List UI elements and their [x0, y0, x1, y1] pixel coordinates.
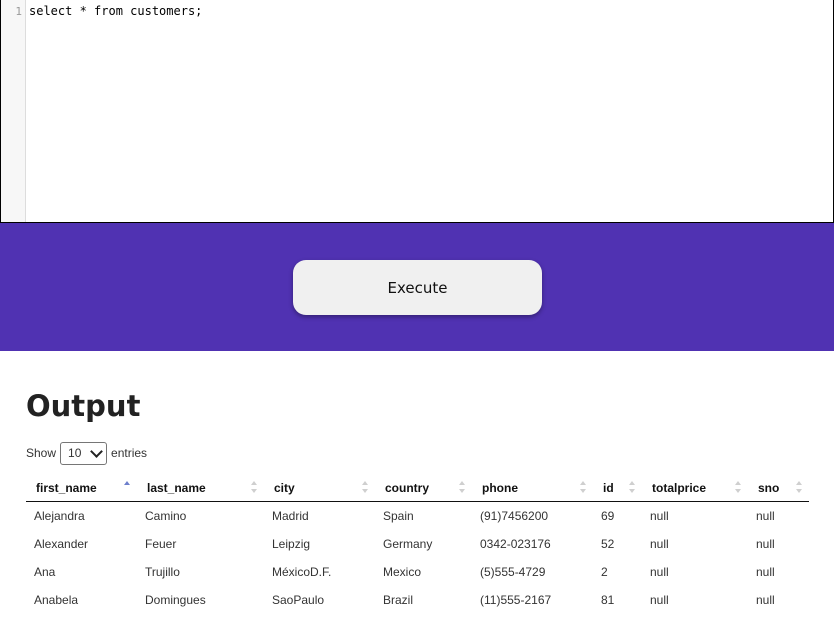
line-gutter: 1 [1, 0, 26, 222]
table-cell: 52 [601, 537, 615, 551]
table-cell: MéxicoD.F. [272, 565, 332, 579]
table-cell: Alejandra [34, 509, 85, 523]
table-cell: Feuer [145, 537, 177, 551]
table-cell: null [756, 537, 775, 551]
entries-select-value: 10 [68, 446, 82, 460]
sort-icon [734, 481, 742, 493]
table-cell: 69 [601, 509, 615, 523]
sort-icon [795, 481, 803, 493]
column-header-label: country [385, 480, 430, 495]
column-header-label: phone [482, 480, 518, 495]
column-header-totalprice[interactable]: totalprice [642, 474, 748, 502]
column-header-city[interactable]: city [264, 474, 375, 502]
column-header-first-name[interactable]: first_name [26, 474, 137, 502]
entries-label: entries [111, 446, 148, 460]
table-cell: Brazil [383, 593, 414, 607]
sort-icon [628, 481, 636, 493]
header-row: first_name last_name city country phone … [26, 474, 809, 502]
column-header-label: first_name [36, 480, 97, 495]
column-header-sno[interactable]: sno [748, 474, 809, 502]
sort-icon [250, 481, 258, 493]
line-number: 1 [15, 5, 22, 18]
table-cell: null [756, 593, 775, 607]
table-cell: null [650, 565, 669, 579]
table-row: Alexander Feuer Leipzig Germany 0342-023… [26, 530, 809, 558]
results-table: first_name last_name city country phone … [26, 474, 809, 614]
table-cell: Germany [383, 537, 433, 551]
table-cell: Madrid [272, 509, 309, 523]
table-cell: 2 [601, 565, 608, 579]
table-cell: Leipzig [272, 537, 311, 551]
table-cell: (5)555-4729 [480, 565, 546, 579]
column-header-phone[interactable]: phone [472, 474, 593, 502]
column-header-label: city [274, 480, 295, 495]
table-cell: Spain [383, 509, 414, 523]
table-cell: Anabela [34, 593, 79, 607]
table-cell: 81 [601, 593, 615, 607]
column-header-label: last_name [147, 480, 206, 495]
table-cell: null [650, 593, 669, 607]
column-header-last-name[interactable]: last_name [137, 474, 264, 502]
sort-icon [458, 481, 466, 493]
table-row: Anabela Domingues SaoPaulo Brazil (11)55… [26, 586, 809, 614]
table-cell: Ana [34, 565, 56, 579]
table-row: Alejandra Camino Madrid Spain (91)745620… [26, 502, 809, 531]
table-cell: Mexico [383, 565, 422, 579]
table-cell: (11)555-2167 [480, 593, 552, 607]
table-cell: (91)7456200 [480, 509, 549, 523]
table-cell: null [756, 565, 775, 579]
output-title: Output [26, 389, 141, 423]
execute-bar: Execute [0, 223, 834, 351]
chevron-down-icon [90, 444, 103, 458]
table-cell: SaoPaulo [272, 593, 325, 607]
sort-icon [579, 481, 587, 493]
column-header-country[interactable]: country [375, 474, 472, 502]
show-label: Show [26, 446, 57, 460]
table-cell: Camino [145, 509, 187, 523]
table-cell: Trujillo [145, 565, 180, 579]
sql-editor[interactable]: 1 select * from customers; [0, 0, 834, 223]
code-line[interactable]: select * from customers; [29, 4, 202, 18]
table-cell: null [650, 537, 669, 551]
column-header-label: id [603, 480, 614, 495]
execute-button[interactable]: Execute [293, 260, 542, 315]
table-cell: Domingues [145, 593, 206, 607]
table-cell: null [756, 509, 775, 523]
column-header-label: sno [758, 480, 780, 495]
table-cell: Alexander [34, 537, 89, 551]
sort-icon [361, 481, 369, 493]
sort-ascending-icon [123, 481, 131, 493]
column-header-label: totalprice [652, 480, 707, 495]
entries-select[interactable]: 10 [60, 441, 108, 465]
entries-length-control: Show 10 entries [26, 441, 147, 465]
column-header-id[interactable]: id [593, 474, 642, 502]
table-cell: 0342-023176 [480, 537, 551, 551]
table-row: Ana Trujillo MéxicoD.F. Mexico (5)555-47… [26, 558, 809, 586]
table-cell: null [650, 509, 669, 523]
